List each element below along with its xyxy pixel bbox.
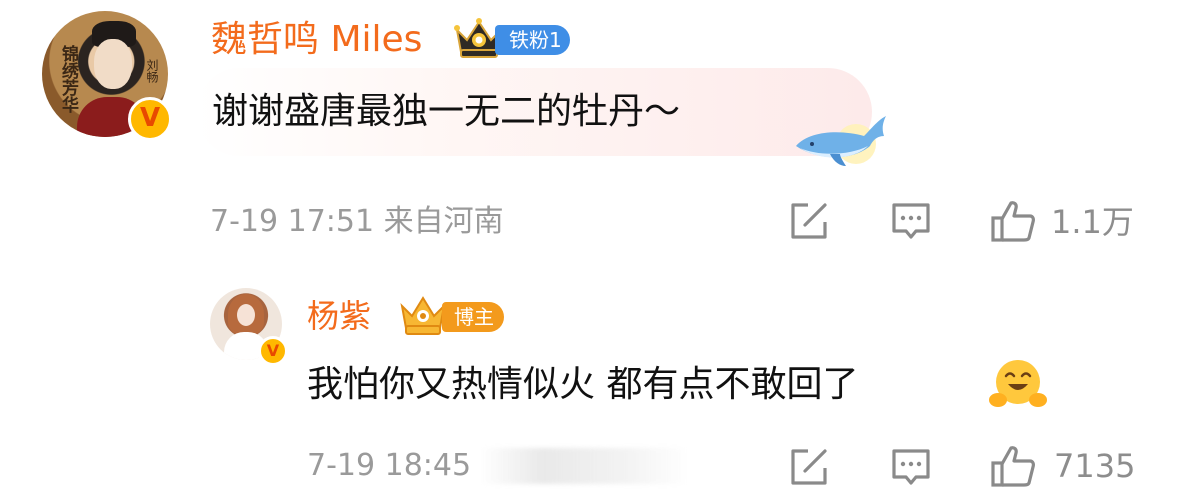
- verified-badge-icon: V: [258, 336, 288, 366]
- reply-like-count: 7135: [1054, 447, 1136, 485]
- message-dots-icon[interactable]: [890, 200, 932, 242]
- thumbs-up-icon[interactable]: [990, 443, 1036, 489]
- avatar-face: [237, 304, 255, 326]
- reply-time: 7-19 18:45: [307, 448, 472, 483]
- commenter-name[interactable]: 魏哲鸣 Miles: [211, 18, 422, 62]
- avatar-calligraphy-small: 刘畅: [145, 59, 159, 83]
- comment-location: 来自河南: [383, 204, 504, 239]
- verified-badge-icon: V: [128, 97, 172, 141]
- hugging-face-emoji: [989, 360, 1047, 407]
- replier-name[interactable]: 杨紫: [307, 294, 371, 338]
- fan-level-badge[interactable]: 铁粉1: [495, 25, 570, 55]
- edit-square-icon[interactable]: [788, 446, 830, 488]
- comment-like-count: 1.1万: [1051, 203, 1134, 241]
- comment-time: 7-19 17:51: [210, 204, 375, 239]
- comment-meta: 7-19 17:51 来自河南: [210, 202, 504, 242]
- blogger-crown-icon: [400, 296, 446, 335]
- blurred-location: [480, 448, 690, 484]
- edit-square-icon[interactable]: [788, 200, 830, 242]
- thumbs-up-icon[interactable]: [990, 198, 1036, 244]
- reply-meta: 7-19 18:45: [307, 446, 471, 486]
- blogger-badge[interactable]: 博主: [442, 302, 504, 332]
- avatar-face: [94, 39, 132, 89]
- reply-text: 我怕你又热情似火 都有点不敢回了: [307, 364, 859, 405]
- whale-sticker-icon: [796, 116, 886, 166]
- avatar-calligraphy: 锦绣芳华: [58, 45, 78, 113]
- comment-text: 谢谢盛唐最独一无二的牡丹～: [212, 91, 681, 132]
- message-dots-icon[interactable]: [890, 446, 932, 488]
